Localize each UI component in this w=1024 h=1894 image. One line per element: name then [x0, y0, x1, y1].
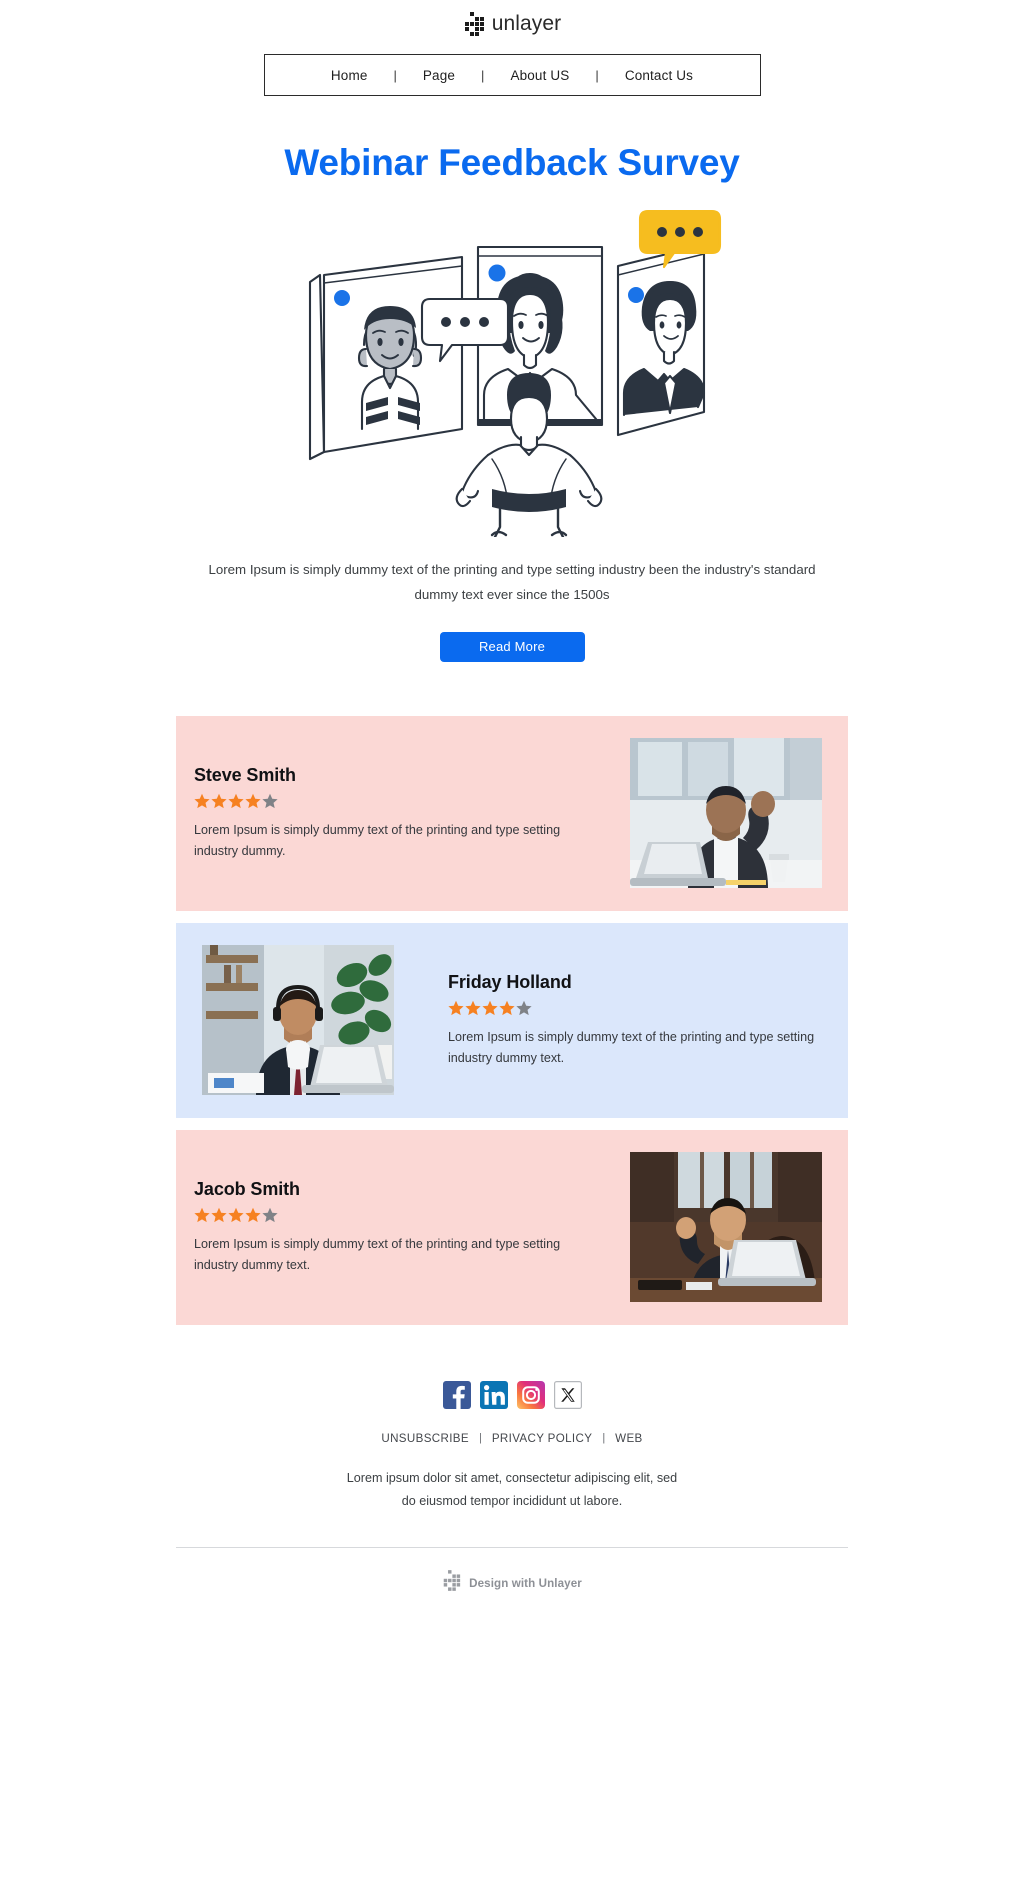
footer-address: Lorem ipsum dolor sit amet, consectetur … — [0, 1445, 1024, 1514]
nav-list: Home | Page | About US | Contact Us — [305, 68, 719, 83]
star-filled-icon — [448, 1001, 464, 1016]
testimonials-section: Steve Smith Lorem Ipsum is simply dummy … — [0, 662, 1024, 1325]
brand-header: unlayer — [0, 0, 1024, 46]
brand-lockup: unlayer — [463, 12, 562, 36]
star-filled-icon — [499, 1001, 515, 1016]
facebook-icon[interactable] — [442, 1380, 471, 1409]
star-filled-icon — [211, 794, 227, 809]
footer-link-web[interactable]: WEB — [615, 1432, 642, 1445]
hero-illustration-wrap — [0, 183, 1024, 542]
star-filled-icon — [194, 794, 210, 809]
star-empty-icon — [262, 794, 278, 809]
testimonial-body: Steve Smith Lorem Ipsum is simply dummy … — [176, 765, 604, 861]
footer-link-privacy-policy[interactable]: PRIVACY POLICY — [492, 1432, 592, 1445]
nav-item-page[interactable]: Page — [397, 68, 481, 83]
nav-item-about-us[interactable]: About US — [484, 68, 595, 83]
footer-address-line-2: do eiusmod tempor incididunt ut labore. — [401, 1493, 623, 1508]
footer-section: UNSUBSCRIBE | PRIVACY POLICY | WEB Lorem… — [0, 1337, 1024, 1627]
nav-item-home[interactable]: Home — [305, 68, 394, 83]
read-more-button[interactable]: Read More — [439, 631, 585, 662]
footer-links: UNSUBSCRIBE | PRIVACY POLICY | WEB — [0, 1409, 1024, 1445]
star-filled-icon — [465, 1001, 481, 1016]
footer-separator: | — [602, 1432, 606, 1445]
navigation-section: Home | Page | About US | Contact Us — [0, 46, 1024, 96]
testimonial-text: Lorem Ipsum is simply dummy text of the … — [194, 1237, 561, 1272]
star-rating — [194, 1207, 576, 1223]
star-filled-icon — [245, 794, 261, 809]
footer-divider-wrap — [0, 1513, 1024, 1549]
testimonial-body: Friday Holland Lorem Ipsum is simply dum… — [420, 972, 848, 1068]
testimonial-text: Lorem Ipsum is simply dummy text of the … — [448, 1030, 815, 1065]
star-empty-icon — [516, 1001, 532, 1016]
page-title: Webinar Feedback Survey — [284, 142, 740, 183]
star-filled-icon — [194, 1208, 210, 1223]
testimonial-name: Steve Smith — [194, 765, 296, 786]
testimonial-name: Jacob Smith — [194, 1179, 300, 1200]
testimonial-body: Jacob Smith Lorem Ipsum is simply dummy … — [176, 1179, 604, 1275]
unlayer-pixel-logo-icon — [463, 12, 485, 36]
star-rating — [194, 793, 576, 809]
social-links — [0, 1380, 1024, 1409]
testimonial-card: Jacob Smith Lorem Ipsum is simply dummy … — [176, 1129, 848, 1325]
unlayer-credit-label: Design with Unlayer — [469, 1576, 582, 1590]
hero-paragraph: Lorem Ipsum is simply dummy text of the … — [208, 562, 816, 603]
star-filled-icon — [482, 1001, 498, 1016]
testimonial-text: Lorem Ipsum is simply dummy text of the … — [194, 823, 561, 858]
photo-man-waving-at-laptop — [630, 738, 822, 889]
star-empty-icon — [262, 1208, 278, 1223]
linkedin-icon[interactable] — [479, 1380, 508, 1409]
photo-man-with-headset-coffee — [202, 945, 394, 1096]
testimonial-name: Friday Holland — [448, 972, 572, 993]
unlayer-pixel-logo-gray-icon — [442, 1570, 461, 1596]
testimonial-card: Steve Smith Lorem Ipsum is simply dummy … — [176, 715, 848, 911]
brand-name: unlayer — [491, 12, 562, 35]
navigation-bar: Home | Page | About US | Contact Us — [263, 54, 761, 96]
instagram-icon[interactable] — [516, 1380, 545, 1409]
testimonial-card: Friday Holland Lorem Ipsum is simply dum… — [176, 922, 848, 1118]
unlayer-credit[interactable]: Design with Unlayer — [0, 1548, 1024, 1626]
footer-separator: | — [478, 1432, 482, 1445]
email-template: unlayer Home | Page | About US | Contact… — [0, 0, 1024, 1627]
photo-man-at-desk-laptop — [630, 1152, 822, 1303]
x-twitter-icon[interactable] — [553, 1380, 582, 1409]
footer-link-unsubscribe[interactable]: UNSUBSCRIBE — [381, 1432, 469, 1445]
nav-item-contact-us[interactable]: Contact Us — [599, 68, 719, 83]
star-filled-icon — [245, 1208, 261, 1223]
hero-section: Webinar Feedback Survey Lorem Ipsum is s… — [0, 96, 1024, 662]
star-filled-icon — [211, 1208, 227, 1223]
video-conference-illustration — [302, 197, 722, 542]
cta-wrap: Read More — [0, 608, 1024, 662]
star-filled-icon — [228, 794, 244, 809]
star-rating — [448, 1000, 830, 1016]
star-filled-icon — [228, 1208, 244, 1223]
footer-address-line-1: Lorem ipsum dolor sit amet, consectetur … — [346, 1470, 678, 1485]
